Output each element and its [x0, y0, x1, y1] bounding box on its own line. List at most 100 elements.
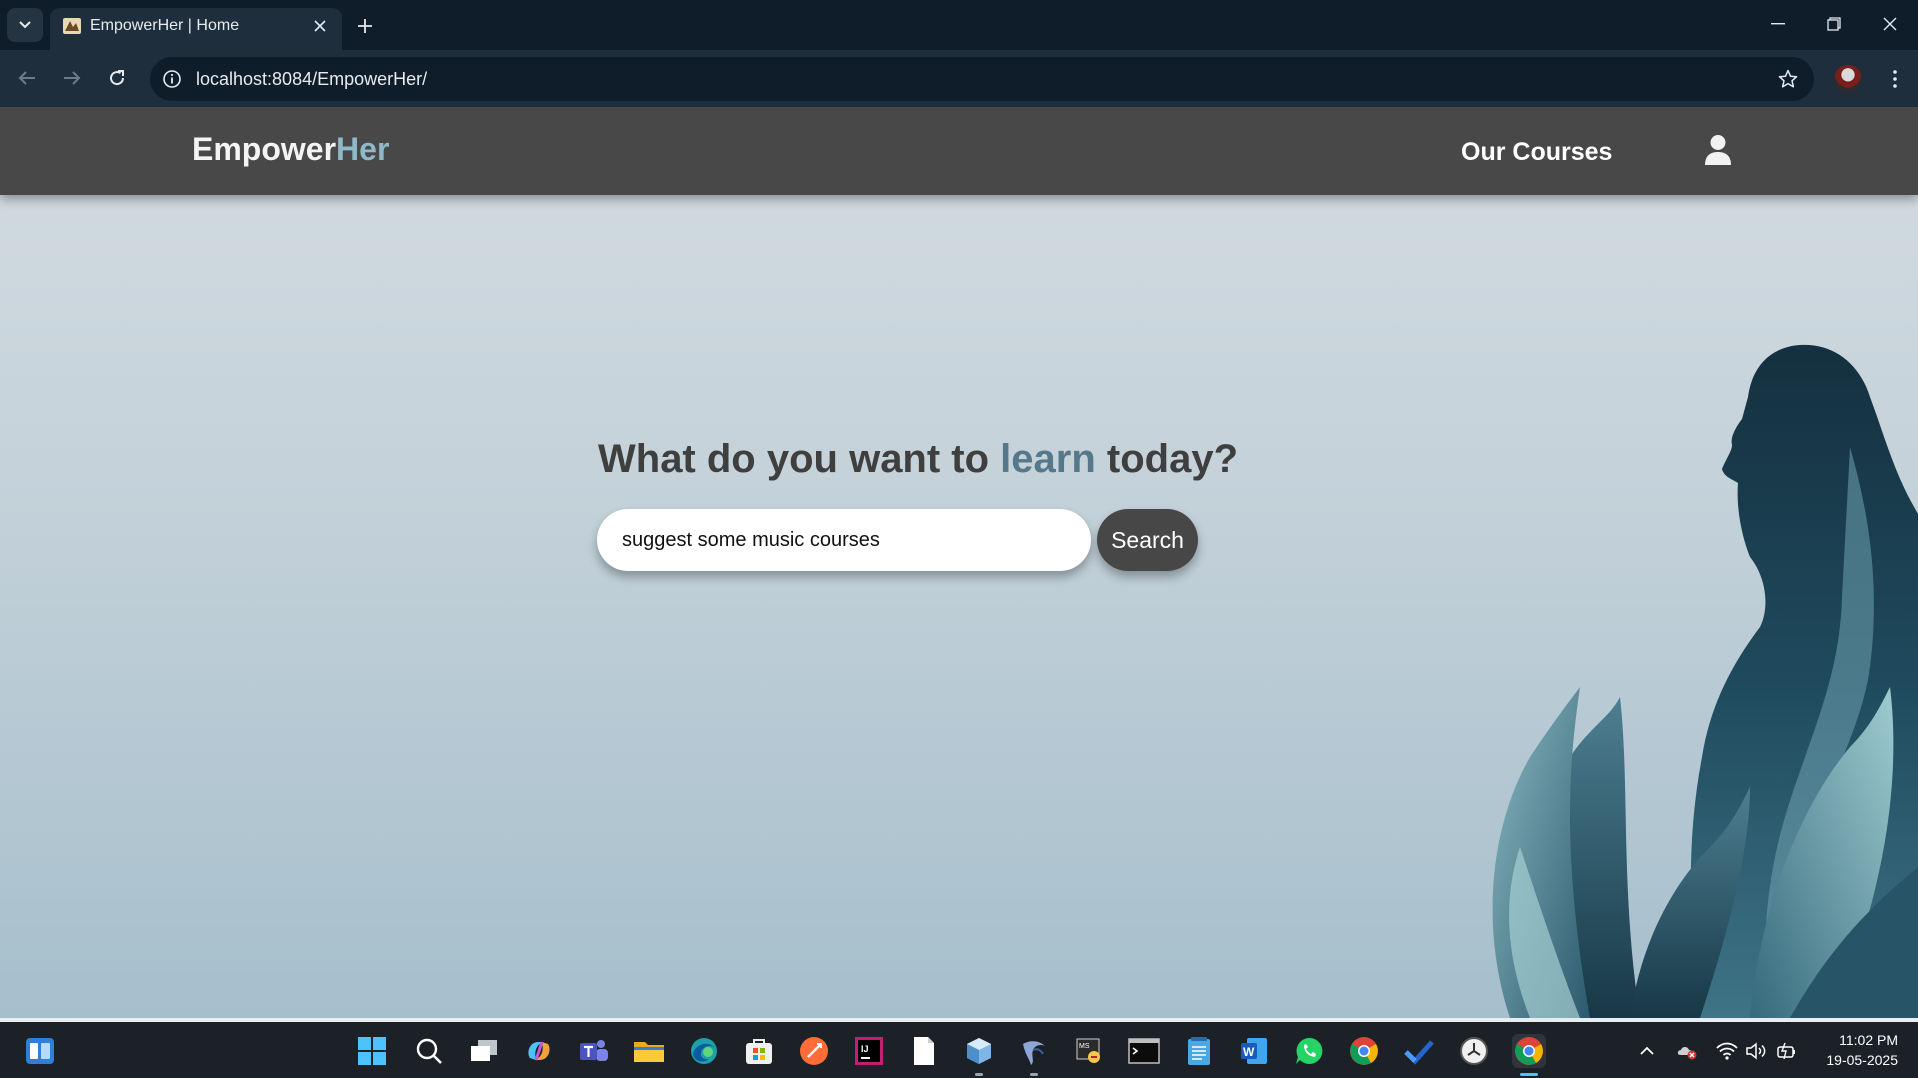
notepad-button[interactable]: [1182, 1034, 1216, 1068]
close-icon: [1883, 17, 1897, 31]
postman-icon: [800, 1037, 828, 1065]
browser-toolbar: localhost:8084/EmpowerHer/: [0, 50, 1918, 107]
edge-icon: [691, 1038, 717, 1064]
browser-menu-button[interactable]: [1880, 64, 1910, 94]
search-icon: [416, 1038, 442, 1064]
chrome-button[interactable]: [1347, 1034, 1381, 1068]
start-button[interactable]: [355, 1034, 389, 1068]
address-bar[interactable]: localhost:8084/EmpowerHer/: [150, 57, 1814, 101]
virtualbox-button[interactable]: [962, 1034, 996, 1076]
teams-button[interactable]: [577, 1034, 611, 1068]
close-icon: [314, 20, 326, 32]
site-info-button[interactable]: [160, 67, 184, 91]
copilot-button[interactable]: [522, 1034, 556, 1068]
widgets-button[interactable]: [23, 1034, 57, 1068]
word-icon: W: [1241, 1038, 1267, 1064]
svg-text:MS: MS: [1079, 1043, 1090, 1050]
copilot-icon: [528, 1041, 550, 1061]
more-vertical-icon: [1893, 70, 1897, 88]
task-view-button[interactable]: [467, 1034, 501, 1068]
show-hidden-icons-button[interactable]: [1636, 1040, 1658, 1062]
svg-text:IJ: IJ: [861, 1044, 869, 1054]
onedrive-status-button[interactable]: [1676, 1040, 1698, 1062]
battery-charging-icon: [1777, 1042, 1795, 1060]
battery-button[interactable]: [1775, 1040, 1797, 1062]
checkmark-icon: [1404, 1040, 1434, 1065]
forward-button[interactable]: [54, 60, 90, 96]
wifi-button[interactable]: [1716, 1040, 1738, 1062]
site-header: EmpowerHer Our Courses: [0, 107, 1918, 195]
minimize-icon: [1771, 23, 1785, 25]
clock-date: 19-05-2025: [1826, 1052, 1898, 1068]
cloud-error-icon: [1677, 1047, 1697, 1060]
postman-button[interactable]: [797, 1034, 831, 1068]
minimize-button[interactable]: [1750, 6, 1806, 42]
active-indicator: [1520, 1073, 1538, 1076]
running-indicator: [975, 1073, 983, 1076]
clock-app-button[interactable]: [1457, 1034, 1491, 1068]
close-window-button[interactable]: [1862, 6, 1918, 42]
heading-text-start: What do you want to: [598, 437, 1001, 481]
folder-icon: [634, 1042, 664, 1062]
search-button[interactable]: Search: [1097, 509, 1198, 571]
server-monitor-icon: MS: [1076, 1038, 1100, 1063]
tab-title: EmpowerHer | Home: [90, 17, 240, 34]
back-arrow-icon: [18, 71, 35, 85]
reload-button[interactable]: [99, 60, 135, 96]
heading-accent-word: learn: [1000, 437, 1096, 481]
edge-button[interactable]: [687, 1034, 721, 1068]
windows-taskbar: IJ MS W 11:02 PM 19-05-2025: [0, 1018, 1918, 1078]
teams-icon: [580, 1040, 608, 1061]
speaker-icon: [1746, 1042, 1766, 1060]
new-tab-button[interactable]: [350, 12, 380, 40]
heading-text-end: today?: [1095, 437, 1239, 481]
running-indicator: [1030, 1073, 1038, 1076]
chrome-icon: [1515, 1037, 1543, 1065]
back-button[interactable]: [9, 60, 45, 96]
widgets-icon: [26, 1038, 54, 1064]
site-logo[interactable]: EmpowerHer: [192, 131, 389, 168]
nav-our-courses[interactable]: Our Courses: [1461, 138, 1612, 167]
document-icon: [914, 1037, 934, 1065]
taskbar-search-button[interactable]: [412, 1034, 446, 1068]
chevron-down-icon: [19, 21, 31, 29]
browser-tab-active[interactable]: EmpowerHer | Home: [50, 8, 342, 50]
task-view-icon: [471, 1040, 497, 1061]
file-button[interactable]: [907, 1034, 941, 1068]
tab-search-button[interactable]: [7, 8, 43, 42]
whatsapp-button[interactable]: [1292, 1034, 1326, 1068]
eclipse-button[interactable]: [1017, 1034, 1051, 1076]
svg-text:W: W: [1243, 1045, 1255, 1059]
intellij-button[interactable]: IJ: [852, 1034, 886, 1068]
bookmark-button[interactable]: [1776, 67, 1800, 91]
file-explorer-button[interactable]: [632, 1034, 666, 1068]
browser-tab-strip: EmpowerHer | Home: [0, 0, 1918, 50]
cube-icon: [967, 1038, 991, 1064]
dolphin-icon: [1023, 1041, 1045, 1065]
tomcat-monitor-button[interactable]: MS: [1072, 1034, 1106, 1068]
restore-icon: [1827, 17, 1841, 31]
star-icon: [1778, 69, 1798, 88]
brand-accent: Her: [336, 131, 390, 167]
tab-close-button[interactable]: [308, 14, 332, 38]
reload-icon: [110, 70, 125, 86]
restore-button[interactable]: [1806, 6, 1862, 42]
microsoft-store-button[interactable]: [742, 1034, 776, 1068]
terminal-icon: [1128, 1038, 1160, 1064]
clock-icon: [1460, 1037, 1488, 1065]
user-icon[interactable]: [1703, 134, 1733, 166]
profile-avatar[interactable]: [1834, 65, 1862, 93]
chrome-active-button[interactable]: [1512, 1034, 1546, 1076]
clock-time: 11:02 PM: [1839, 1032, 1898, 1048]
todo-button[interactable]: [1402, 1034, 1436, 1068]
volume-button[interactable]: [1745, 1040, 1767, 1062]
url-text[interactable]: localhost:8084/EmpowerHer/: [196, 69, 427, 90]
system-clock[interactable]: 11:02 PM 19-05-2025: [1808, 1030, 1898, 1070]
forward-arrow-icon: [64, 71, 81, 85]
hero-heading: What do you want to learn today?: [598, 437, 1238, 482]
search-input[interactable]: [597, 509, 1091, 571]
windows-logo-icon: [358, 1037, 386, 1065]
word-button[interactable]: W: [1237, 1034, 1271, 1068]
plus-icon: [358, 19, 372, 33]
terminal-button[interactable]: [1127, 1034, 1161, 1068]
